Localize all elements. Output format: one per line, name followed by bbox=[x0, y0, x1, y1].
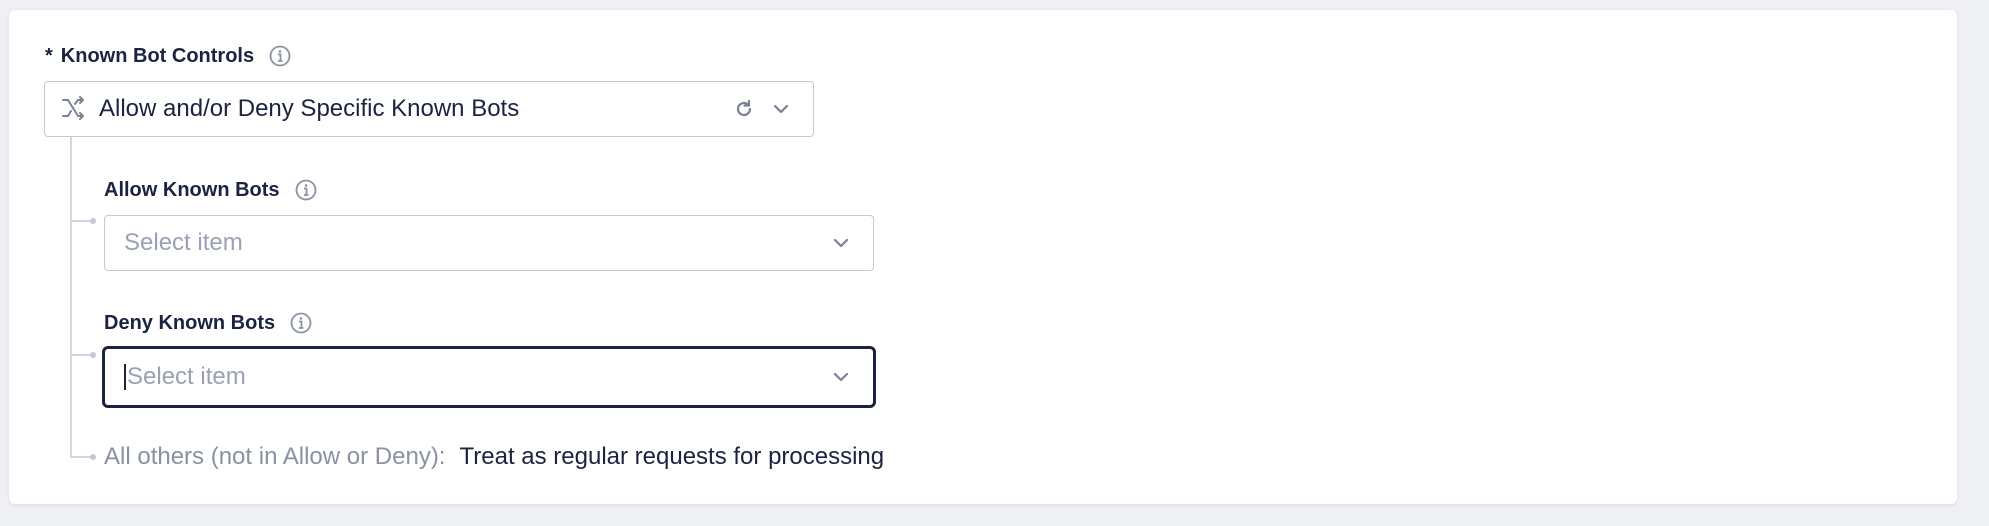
allow-known-bots-label: Allow Known Bots bbox=[104, 178, 318, 202]
chevron-down-icon[interactable] bbox=[831, 233, 851, 253]
deny-known-bots-label-text: Deny Known Bots bbox=[104, 311, 276, 334]
deny-known-bots-label: Deny Known Bots bbox=[104, 311, 313, 335]
reset-icon[interactable] bbox=[733, 98, 755, 120]
tree-node-dot bbox=[90, 352, 96, 358]
tree-trunk-line bbox=[70, 137, 72, 457]
known-bot-controls-label-text: Known Bot Controls bbox=[60, 44, 255, 67]
allow-known-bots-placeholder: Select item bbox=[124, 229, 243, 256]
chevron-down-icon[interactable] bbox=[771, 99, 791, 119]
allow-known-bots-select[interactable]: Select item bbox=[104, 215, 874, 271]
branch-icon bbox=[59, 95, 87, 123]
info-icon[interactable] bbox=[268, 44, 292, 68]
all-others-row: All others (not in Allow or Deny): Treat… bbox=[104, 443, 884, 471]
deny-known-bots-placeholder: Select item bbox=[127, 363, 246, 390]
tree-branch-line bbox=[70, 456, 92, 458]
all-others-label: All others (not in Allow or Deny): bbox=[104, 443, 446, 470]
known-bot-controls-select[interactable]: Allow and/or Deny Specific Known Bots bbox=[44, 81, 814, 137]
required-marker: * bbox=[45, 44, 53, 67]
chevron-down-icon[interactable] bbox=[831, 367, 851, 387]
allow-known-bots-label-text: Allow Known Bots bbox=[104, 178, 280, 201]
tree-branch-line bbox=[70, 354, 92, 356]
all-others-value: Treat as regular requests for processing bbox=[459, 443, 885, 470]
known-bot-controls-label: * Known Bot Controls bbox=[45, 44, 292, 68]
tree-branch-line bbox=[70, 220, 92, 222]
tree-node-dot bbox=[90, 454, 96, 460]
info-icon[interactable] bbox=[294, 178, 318, 202]
deny-known-bots-select[interactable]: Select item bbox=[102, 346, 876, 408]
text-cursor bbox=[124, 364, 126, 390]
tree-node-dot bbox=[90, 218, 96, 224]
info-icon[interactable] bbox=[289, 311, 313, 335]
known-bot-controls-value: Allow and/or Deny Specific Known Bots bbox=[99, 95, 520, 122]
